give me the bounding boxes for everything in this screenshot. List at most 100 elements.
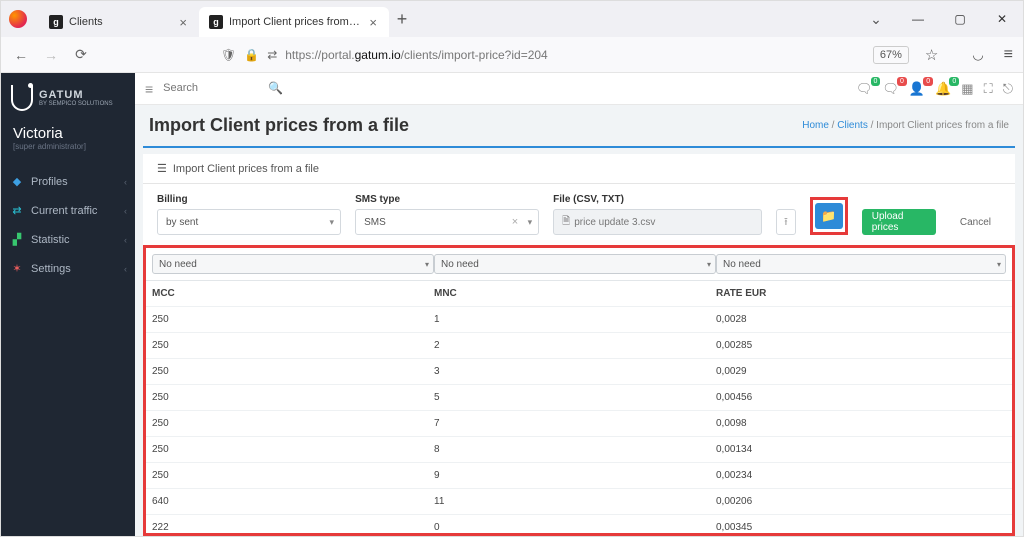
chevron-left-icon: ‹ xyxy=(124,235,127,245)
favicon-icon: g xyxy=(209,15,223,29)
table-header: MCC MNC RATE EUR xyxy=(146,280,1012,306)
crumb-clients[interactable]: Clients xyxy=(837,120,868,131)
close-window-button[interactable]: ✕ xyxy=(981,12,1023,26)
storage-icon: ☰ xyxy=(157,162,167,175)
table-row: 25090,00234 xyxy=(146,462,1012,488)
firefox-icon xyxy=(9,10,27,28)
url-text: https://portal.gatum.io/clients/import-p… xyxy=(285,48,547,62)
burger-icon[interactable]: ≡ xyxy=(145,81,153,97)
reload-button[interactable]: ⟳ xyxy=(71,46,91,63)
chevron-down-icon[interactable]: ⌄ xyxy=(855,11,897,28)
upload-icon-button[interactable]: ⭱ xyxy=(776,209,796,235)
sidebar-item-statistic[interactable]: ▞ Statistic ‹ xyxy=(1,225,135,254)
expand-icon[interactable]: ⛶ xyxy=(984,81,993,97)
lock-icon: 🔒 xyxy=(244,48,259,62)
pocket-icon[interactable]: ◡ xyxy=(972,47,983,63)
chart-icon: ▞ xyxy=(11,233,23,246)
page-title: Import Client prices from a file xyxy=(149,115,409,136)
topbar: ≡ 🔍 🗨0 🗨0 👤0 🔔0 ▦ ⛶ ⎋ xyxy=(135,73,1023,105)
price-table: No need▾ No need▾ No need▾ MCC MNC RATE … xyxy=(143,245,1015,536)
cancel-button[interactable]: Cancel xyxy=(950,209,1001,235)
search-icon[interactable]: 🔍 xyxy=(268,81,283,95)
back-button[interactable]: ← xyxy=(11,47,31,63)
sms-label: SMS type xyxy=(355,194,539,205)
chevron-left-icon: ‹ xyxy=(124,206,127,216)
divider xyxy=(143,146,1015,148)
sidebar-item-label: Current traffic xyxy=(31,205,97,217)
col-mnc: MNC xyxy=(434,288,716,299)
file-icon: 🗎 xyxy=(562,214,570,231)
table-row: 25070,0098 xyxy=(146,410,1012,436)
folder-button[interactable]: 📁 xyxy=(815,203,843,229)
grid-icon[interactable]: ▦ xyxy=(961,81,973,97)
new-tab-button[interactable]: + xyxy=(389,6,415,32)
table-row: 25010,0028 xyxy=(146,306,1012,332)
sidebar-item-settings[interactable]: ✶Settings‹ xyxy=(1,254,135,283)
caret-icon: ▾ xyxy=(528,217,533,228)
gear-icon: ✶ xyxy=(11,262,23,275)
sms-select[interactable]: SMS × ▾ xyxy=(355,209,539,235)
sidebar-item-label: Profiles xyxy=(31,176,68,188)
logout-icon[interactable]: ⎋ xyxy=(1003,81,1013,97)
user-name: Victoria xyxy=(1,117,135,142)
caret-icon: ▾ xyxy=(330,217,335,228)
billing-select[interactable]: by sent ▾ xyxy=(157,209,341,235)
sidebar-item-traffic[interactable]: ⇄ Current traffic ‹ xyxy=(1,196,135,225)
sidebar-item-profiles[interactable]: ◆ Profiles ‹ xyxy=(1,167,135,196)
profile-icon: ◆ xyxy=(11,175,23,188)
col-rate: RATE EUR xyxy=(716,288,1006,299)
badge: 0 xyxy=(871,77,881,86)
bookmark-icon[interactable]: ☆ xyxy=(925,46,938,64)
panel-title-text: Import Client prices from a file xyxy=(173,163,319,175)
badge: 0 xyxy=(949,77,959,86)
clear-icon[interactable]: × xyxy=(512,216,518,228)
tray-icon[interactable]: 🗨0 xyxy=(882,81,899,97)
table-row: 640110,00206 xyxy=(146,488,1012,514)
file-label: File (CSV, TXT) xyxy=(553,194,762,205)
sidebar-item-label: Statistic xyxy=(31,234,70,246)
tray-icon[interactable]: 🗨0 xyxy=(856,81,873,97)
crumb-current: Import Client prices from a file xyxy=(876,120,1009,131)
url-bar[interactable]: 🛡 🔒 ⇄ https://portal.gatum.io/clients/im… xyxy=(221,48,863,62)
filter-row: Billing by sent ▾ SMS type SMS × ▾ File (CS… xyxy=(143,184,1015,245)
breadcrumb: Home / Clients / Import Client prices fr… xyxy=(802,120,1009,131)
browser-titlebar: g Clients × g Import Client prices from … xyxy=(1,1,1023,37)
sms-value: SMS xyxy=(364,217,386,228)
tab-label: Clients xyxy=(69,16,171,28)
col-mcc: MCC xyxy=(152,288,434,299)
col1-mapping-select[interactable]: No need▾ xyxy=(152,254,434,274)
window-controls: ⌄ — ▢ ✕ xyxy=(855,1,1023,37)
crumb-home[interactable]: Home xyxy=(802,120,829,131)
traffic-icon: ⇄ xyxy=(11,204,23,217)
favicon-icon: g xyxy=(49,15,63,29)
minimize-button[interactable]: — xyxy=(897,12,939,26)
chevron-left-icon: ‹ xyxy=(124,264,127,274)
close-icon[interactable]: × xyxy=(177,15,189,30)
sidebar: GATUM BY SEMPICO SOLUTIONS Victoria [sup… xyxy=(1,73,135,536)
search-input[interactable] xyxy=(163,78,283,100)
col3-mapping-select[interactable]: No need▾ xyxy=(716,254,1006,274)
user-role: [super administrator] xyxy=(1,142,135,163)
brand: GATUM BY SEMPICO SOLUTIONS xyxy=(1,73,135,117)
chevron-left-icon: ‹ xyxy=(124,177,127,187)
table-row: 25050,00456 xyxy=(146,384,1012,410)
col2-mapping-select[interactable]: No need▾ xyxy=(434,254,716,274)
zoom-level[interactable]: 67% xyxy=(873,46,909,64)
file-name: price update 3.csv xyxy=(574,217,655,228)
maximize-button[interactable]: ▢ xyxy=(939,12,981,26)
tray-icon[interactable]: 🔔0 xyxy=(935,81,951,97)
close-icon[interactable]: × xyxy=(367,15,379,30)
menu-icon[interactable]: ≡ xyxy=(1004,46,1013,64)
table-row: 25030,0029 xyxy=(146,358,1012,384)
tab-clients[interactable]: g Clients × xyxy=(39,7,199,37)
folder-button-highlight: 📁 xyxy=(810,197,848,235)
address-bar: ← → ⟳ 🛡 🔒 ⇄ https://portal.gatum.io/clie… xyxy=(1,37,1023,73)
tray-icon[interactable]: 👤0 xyxy=(909,81,925,97)
billing-value: by sent xyxy=(166,217,198,228)
panel-title: ☰ Import Client prices from a file xyxy=(143,154,1015,184)
tab-import[interactable]: g Import Client prices from a file × xyxy=(199,7,389,37)
brand-name: GATUM xyxy=(39,90,113,101)
badge: 0 xyxy=(923,77,933,86)
billing-label: Billing xyxy=(157,194,341,205)
upload-prices-button[interactable]: Upload prices xyxy=(862,209,936,235)
